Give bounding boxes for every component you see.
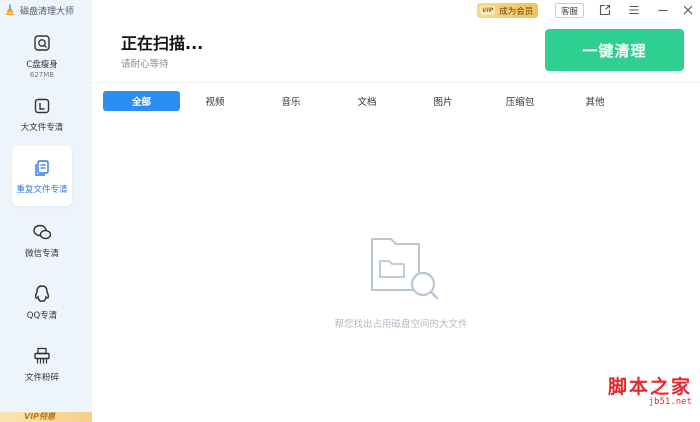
qq-icon: [32, 284, 52, 304]
tab-other[interactable]: 其他: [576, 91, 614, 111]
vip-promo-strip[interactable]: VIP特惠: [0, 412, 92, 422]
sidebar-item-label: C盘瘦身: [26, 60, 58, 70]
sidebar-item-label: 文件粉碎: [24, 372, 59, 383]
shredder-icon: [32, 346, 52, 366]
duplicate-file-icon: [32, 158, 52, 178]
sidebar: 磁盘清理大师 C盘瘦身 627MB 大文件专清 重复文件专清 微信专清 QQ专清…: [0, 0, 92, 422]
tab-all[interactable]: 全部: [103, 91, 180, 111]
menu-icon[interactable]: [626, 2, 642, 18]
header-divider: [92, 82, 700, 83]
site-watermark: 脚本之家 jb51.net: [608, 372, 692, 407]
wechat-icon: [32, 222, 52, 242]
sidebar-item-shredder[interactable]: 文件粉碎: [12, 334, 72, 394]
app-title-text: 磁盘清理大师: [20, 6, 75, 17]
broom-logo-icon: [6, 4, 14, 15]
sidebar-item-label: 大文件专清: [20, 122, 64, 133]
large-file-icon: [32, 96, 52, 116]
become-member-label: 成为会员: [499, 6, 534, 17]
folder-search-icon: [371, 238, 439, 300]
tab-images[interactable]: 图片: [424, 91, 462, 111]
scan-status-title: 正在扫描...: [121, 34, 204, 53]
sidebar-item-label: 重复文件专清: [16, 184, 68, 195]
sidebar-item-label: QQ专清: [26, 310, 58, 321]
c-drive-icon: [32, 33, 52, 53]
sidebar-item-large-file[interactable]: 大文件专清: [12, 84, 72, 144]
one-click-clean-button[interactable]: 一键清理: [545, 29, 684, 71]
vip-badge: VIP: [480, 6, 496, 15]
share-icon[interactable]: [597, 2, 613, 18]
close-icon[interactable]: [680, 2, 696, 18]
customer-service-button[interactable]: 客服: [555, 3, 584, 18]
scan-status-subtitle: 请耐心等待: [121, 59, 169, 70]
sidebar-item-duplicate-file[interactable]: 重复文件专清: [12, 146, 72, 206]
sidebar-item-label: 微信专清: [24, 248, 59, 259]
tab-documents[interactable]: 文档: [348, 91, 386, 111]
empty-state-text: 帮您找出占用磁盘空间的大文件: [334, 319, 468, 330]
tab-archives[interactable]: 压缩包: [498, 91, 542, 111]
become-member-button[interactable]: VIP 成为会员: [477, 3, 538, 18]
tab-video[interactable]: 视频: [196, 91, 234, 111]
tab-music[interactable]: 音乐: [272, 91, 310, 111]
vip-promo-label: VIP特惠: [24, 412, 56, 421]
c-drive-size: 627MB: [29, 71, 55, 79]
sidebar-item-c-drive[interactable]: C盘瘦身 627MB: [12, 26, 72, 86]
app-title: 磁盘清理大师: [4, 3, 74, 17]
sidebar-item-wechat[interactable]: 微信专清: [12, 210, 72, 270]
minimize-icon[interactable]: [655, 2, 671, 18]
watermark-logo-text: 脚本之家: [607, 376, 692, 398]
sidebar-item-qq[interactable]: QQ专清: [12, 272, 72, 332]
